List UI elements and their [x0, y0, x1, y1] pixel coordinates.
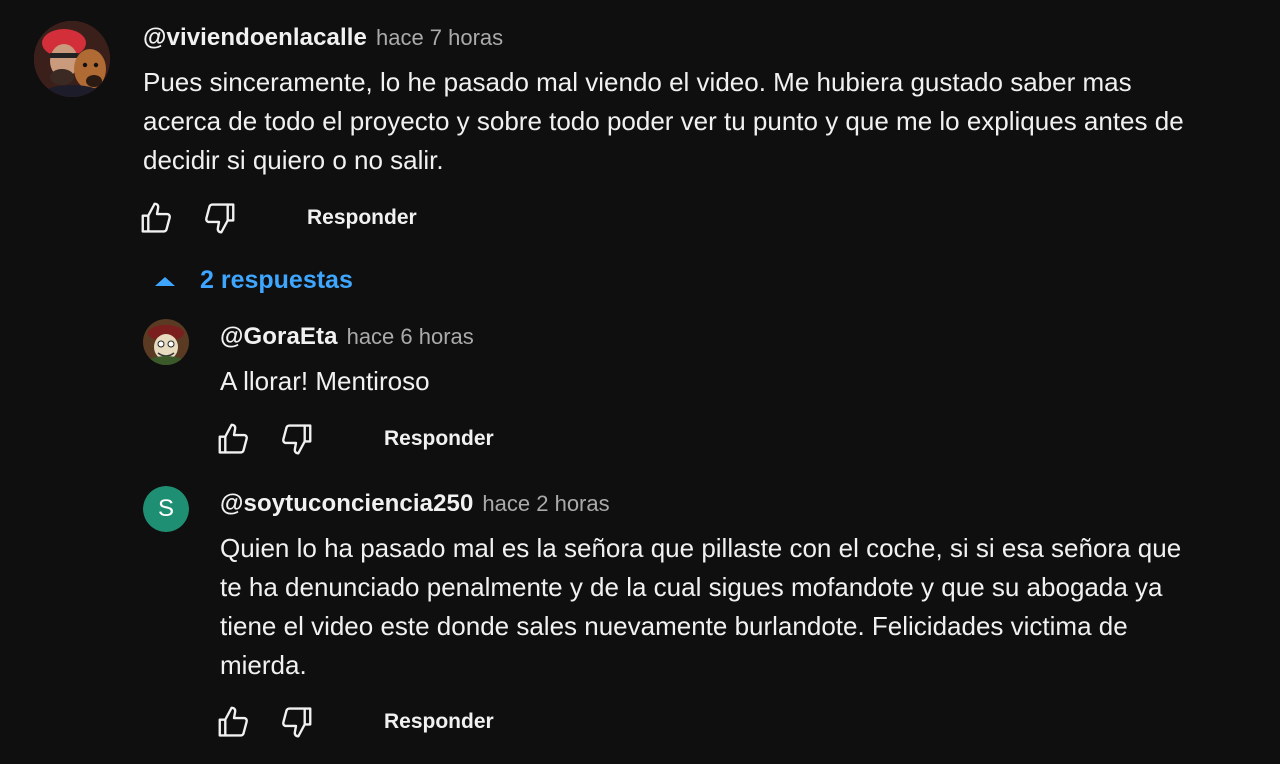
comment-text: Quien lo ha pasado mal es la señora que …	[220, 533, 1182, 680]
dislike-button[interactable]	[276, 702, 316, 742]
thumb-down-icon	[282, 707, 312, 738]
reply-button[interactable]: Responder	[307, 206, 417, 230]
thumb-down-icon	[282, 424, 312, 455]
thumb-down-icon	[205, 203, 235, 234]
avatar[interactable]	[34, 21, 110, 97]
caret-up-icon	[155, 276, 175, 286]
like-button[interactable]	[214, 702, 254, 742]
comment-header: @viviendoenlacalle hace 7 horas	[143, 24, 503, 52]
comment-thread: @viviendoenlacalle hace 7 horas Pues sin…	[0, 0, 1280, 764]
like-button[interactable]	[214, 419, 254, 459]
timestamp[interactable]: hace 2 horas	[482, 491, 609, 517]
dislike-button[interactable]	[199, 198, 239, 238]
replies-toggle[interactable]: 2 respuestas	[152, 266, 353, 295]
timestamp[interactable]: hace 6 horas	[347, 324, 474, 350]
timestamp[interactable]: hace 7 horas	[376, 25, 503, 51]
reply-button[interactable]: Responder	[384, 427, 494, 451]
author-name[interactable]: @soytuconciencia250	[220, 490, 473, 518]
reply-button[interactable]: Responder	[384, 710, 494, 734]
avatar[interactable]: S	[143, 486, 189, 532]
dislike-button[interactable]	[276, 419, 316, 459]
author-name[interactable]: @GoraEta	[220, 323, 338, 351]
replies-count-label: 2 respuestas	[200, 266, 353, 294]
comment-actions: Responder	[214, 702, 494, 742]
comment-text: A llorar! Mentiroso	[220, 366, 430, 396]
comment-header: @GoraEta hace 6 horas	[220, 323, 474, 351]
comment-header: @soytuconciencia250 hace 2 horas	[220, 490, 610, 518]
avatar[interactable]	[143, 319, 189, 365]
comment-actions: Responder	[214, 419, 494, 459]
author-name[interactable]: @viviendoenlacalle	[143, 24, 367, 52]
avatar-letter: S	[143, 486, 189, 532]
thumb-up-icon	[218, 423, 248, 454]
thumb-up-icon	[141, 202, 171, 233]
comment-actions: Responder	[137, 198, 417, 238]
thumb-up-icon	[218, 706, 248, 737]
comment-text: Pues sinceramente, lo he pasado mal vien…	[143, 67, 1184, 175]
like-button[interactable]	[137, 198, 177, 238]
